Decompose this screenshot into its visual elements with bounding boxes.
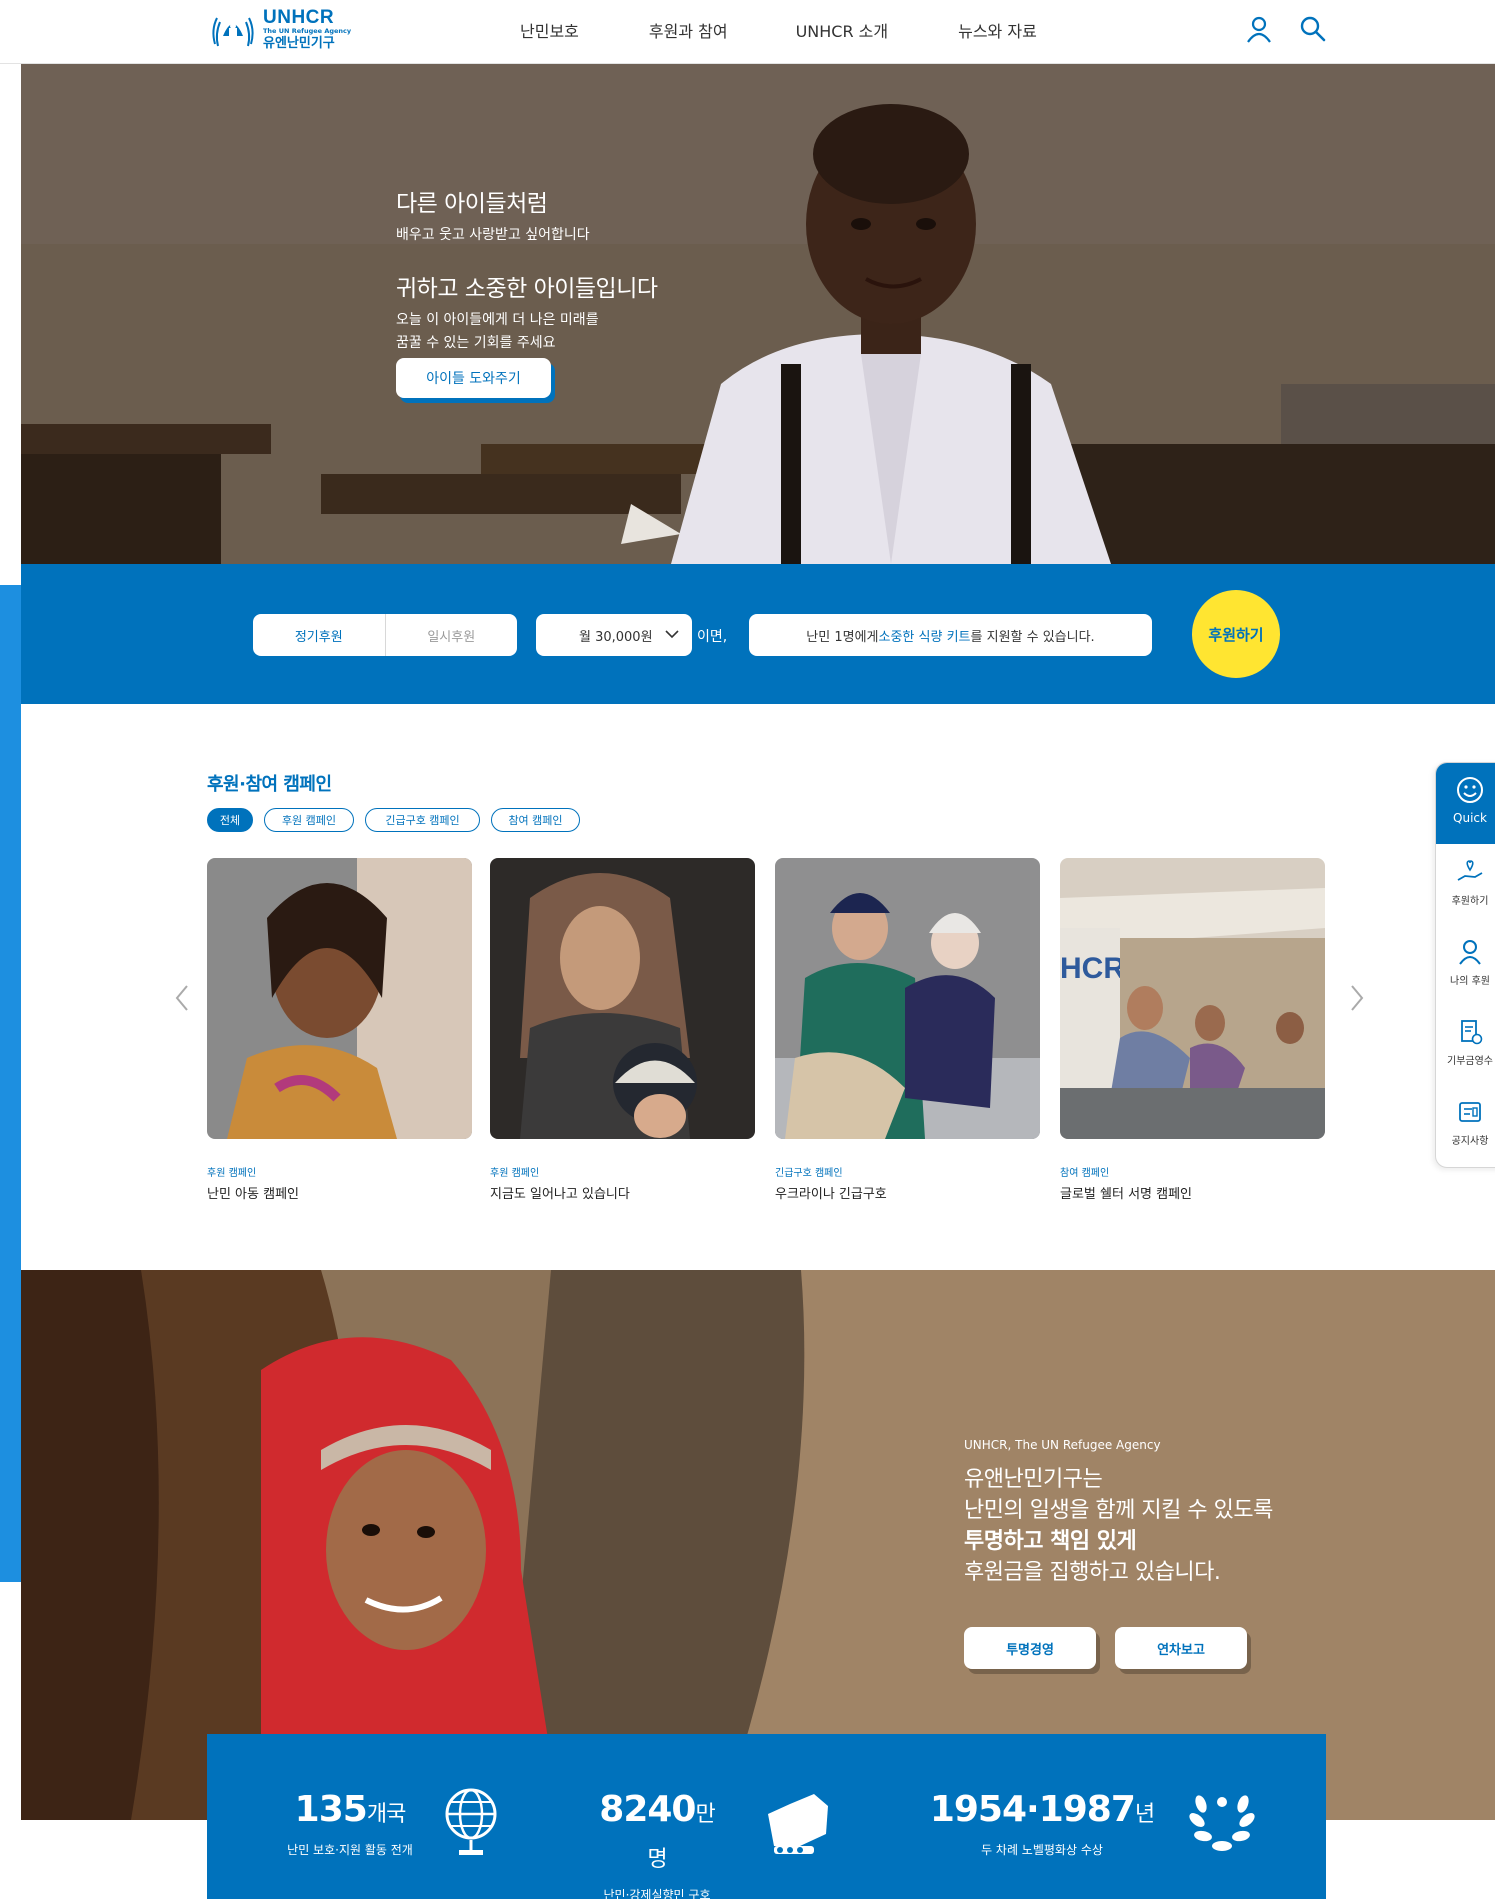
- quick-item-label: 후원하기: [1451, 896, 1489, 907]
- logo-korean: 유엔난민기구: [263, 35, 335, 51]
- stat-unit: 개국: [366, 1802, 406, 1827]
- donation-bar: 정기후원 일시후원 월 30,000원 이면, 난민 1명에게 소중한 식량 키…: [21, 564, 1495, 704]
- notice-icon: [1459, 1102, 1481, 1122]
- smile-icon: [1457, 777, 1483, 803]
- stat-refugees: 8240만명 난민·강제실향민 구호: [592, 1790, 722, 1899]
- quick-item-label: 나의 후원: [1450, 976, 1490, 987]
- transparency-line-4: 후원금을 집행하고 있습니다.: [964, 1560, 1221, 1585]
- campaign-title: 난민 아동 캠페인: [207, 1187, 299, 1202]
- left-accent-stripe: [0, 585, 21, 1582]
- transparency-label: UNHCR, The UN Refugee Agency: [964, 1438, 1161, 1452]
- transparency-line-1: 유앤난민기구는: [964, 1467, 1103, 1492]
- user-icon[interactable]: [1244, 14, 1274, 44]
- help-children-button[interactable]: 아이들 도와주기: [396, 358, 551, 398]
- hero-heading-2: 귀하고 소중한 아이들입니다: [396, 276, 658, 302]
- hero-text-2: 오늘 이 아이들에게 더 나은 미래를 꿈꿀 수 있는 기회를 주세요: [396, 309, 658, 355]
- quick-item-notice[interactable]: 공지사항: [1436, 1084, 1495, 1164]
- campaign-title: 우크라이나 긴급구호: [775, 1187, 887, 1202]
- logo-subtitle: The UN Refugee Agency: [263, 27, 352, 36]
- campaign-category: 긴급구호 캠페인: [775, 1168, 843, 1179]
- unhcr-logo[interactable]: UNHCR The UN Refugee Agency 유엔난민기구: [207, 6, 351, 52]
- hero-text-2a: 오늘 이 아이들에게 더 나은 미래를: [396, 312, 599, 328]
- user-icon: [1459, 940, 1481, 965]
- nav-news[interactable]: 뉴스와 자료: [958, 18, 1037, 42]
- laurel-icon: [1189, 1795, 1255, 1851]
- stat-number: 135: [294, 1789, 368, 1830]
- globe-icon: [445, 1788, 497, 1855]
- msg-highlight: 소중한 식량 키트: [878, 629, 971, 645]
- nav-support[interactable]: 후원과 참여: [649, 18, 728, 42]
- campaign-category: 후원 캠페인: [490, 1168, 540, 1179]
- site-header: UNHCR The UN Refugee Agency 유엔난민기구 난민보호 …: [0, 0, 1495, 64]
- svg-text:HCR: HCR: [1060, 952, 1125, 985]
- transparency-line-3: 투명하고 책임 있게: [964, 1529, 1137, 1554]
- filter-participation[interactable]: 참여 캠페인: [491, 808, 580, 832]
- campaign-image-girl: [207, 858, 472, 1139]
- hero-banner: 다른 아이들처럼 배우고 웃고 사랑받고 싶어합니다 귀하고 소중한 아이들입니…: [21, 64, 1495, 564]
- campaign-card[interactable]: 긴급구호 캠페인 우크라이나 긴급구호: [775, 858, 1040, 1202]
- amount-select[interactable]: 월 30,000원: [536, 614, 692, 656]
- filter-all[interactable]: 전체: [207, 808, 253, 832]
- hero-text-1: 배우고 웃고 사랑받고 싶어합니다: [396, 227, 590, 243]
- quick-item-my-donation[interactable]: 나의 후원: [1436, 924, 1495, 1004]
- search-icon[interactable]: [1298, 14, 1328, 44]
- tab-one-time-donation[interactable]: 일시후원: [386, 614, 518, 656]
- quick-menu-label: Quick: [1453, 811, 1487, 825]
- campaign-image-mother-child: [775, 858, 1040, 1139]
- stat-countries: 135개국 난민 보호·지원 활동 전개: [275, 1790, 425, 1858]
- filter-emergency[interactable]: 긴급구호 캠페인: [365, 808, 480, 832]
- hero-heading-1: 다른 아이들처럼: [396, 191, 548, 217]
- campaign-card[interactable]: HCR 참여 캠페인 글로벌 쉘터 서명 캠페인: [1060, 858, 1325, 1202]
- hero-text-2b: 꿈꿀 수 있는 기회를 주세요: [396, 335, 556, 351]
- quick-item-donate[interactable]: 후원하기: [1436, 844, 1495, 924]
- filter-donation[interactable]: 후원 캠페인: [264, 808, 354, 832]
- stat-unit: 년: [1134, 1802, 1155, 1827]
- unhcr-emblem-icon: [212, 17, 254, 47]
- campaign-category: 참여 캠페인: [1060, 1168, 1110, 1179]
- receipt-icon: [1461, 1020, 1483, 1045]
- quick-item-label: 기부금영수: [1447, 1056, 1493, 1067]
- donation-impact-message: 난민 1명에게 소중한 식량 키트 를 지원할 수 있습니다.: [749, 614, 1152, 656]
- carousel-prev-icon[interactable]: [170, 980, 194, 1016]
- stat-label: 난민·강제실향민 구호: [603, 1888, 711, 1899]
- nav-about[interactable]: UNHCR 소개: [796, 18, 889, 42]
- campaign-card[interactable]: 후원 캠페인 지금도 일어나고 있습니다: [490, 858, 755, 1202]
- msg-after: 를 지원할 수 있습니다.: [970, 629, 1095, 645]
- main-nav: 난민보호 후원과 참여 UNHCR 소개 뉴스와 자료: [520, 0, 1107, 60]
- campaign-image-woman: [490, 858, 755, 1139]
- campaigns-title: 후원·참여 캠페인: [207, 774, 332, 795]
- quick-item-receipt[interactable]: 기부금영수: [1436, 1004, 1495, 1084]
- campaign-filters: 전체 후원 캠페인 긴급구호 캠페인 참여 캠페인: [207, 808, 591, 832]
- quick-menu: Quick 후원하기 나의 후원 기부금영수 공지사항: [1435, 762, 1495, 1168]
- heart-hand-icon: [1457, 860, 1483, 881]
- fist-icon: [768, 1794, 828, 1854]
- campaign-title: 글로벌 쉘터 서명 캠페인: [1060, 1187, 1192, 1202]
- annual-report-button[interactable]: 연차보고: [1115, 1627, 1247, 1669]
- donation-type-tabs: 정기후원 일시후원: [253, 614, 517, 656]
- hero-photo-child: [21, 64, 1495, 564]
- logo-name: UNHCR: [263, 7, 335, 29]
- chevron-down-icon: [665, 630, 679, 639]
- amount-value: 월 30,000원: [579, 629, 653, 645]
- campaign-category: 후원 캠페인: [207, 1168, 257, 1179]
- campaign-title: 지금도 일어나고 있습니다: [490, 1187, 630, 1202]
- carousel-next-icon[interactable]: [1345, 980, 1369, 1016]
- quick-menu-toggle[interactable]: Quick: [1436, 763, 1495, 844]
- stat-number: 8240: [599, 1789, 696, 1830]
- stats-panel: 135개국 난민 보호·지원 활동 전개 8240만명 난민·강제실향민 구호 …: [207, 1734, 1326, 1899]
- stat-label: 두 차례 노벨평화상 수상: [981, 1843, 1103, 1857]
- stat-label: 난민 보호·지원 활동 전개: [287, 1843, 413, 1857]
- if-text: 이면,: [697, 629, 728, 645]
- stat-nobel: 1954·1987년 두 차례 노벨평화상 수상: [927, 1790, 1157, 1858]
- transparency-line-2: 난민의 일생을 함께 지킬 수 있도록: [964, 1498, 1273, 1523]
- tab-regular-donation[interactable]: 정기후원: [253, 614, 386, 656]
- transparency-management-button[interactable]: 투명경영: [964, 1627, 1096, 1669]
- donate-button[interactable]: 후원하기: [1192, 590, 1280, 678]
- stat-number: 1954·1987: [929, 1789, 1136, 1830]
- quick-item-label: 공지사항: [1451, 1136, 1489, 1147]
- campaign-image-tent: HCR: [1060, 858, 1325, 1139]
- msg-before: 난민 1명에게: [806, 629, 879, 645]
- campaign-card[interactable]: 후원 캠페인 난민 아동 캠페인: [207, 858, 472, 1202]
- nav-refugee-protection[interactable]: 난민보호: [520, 18, 579, 42]
